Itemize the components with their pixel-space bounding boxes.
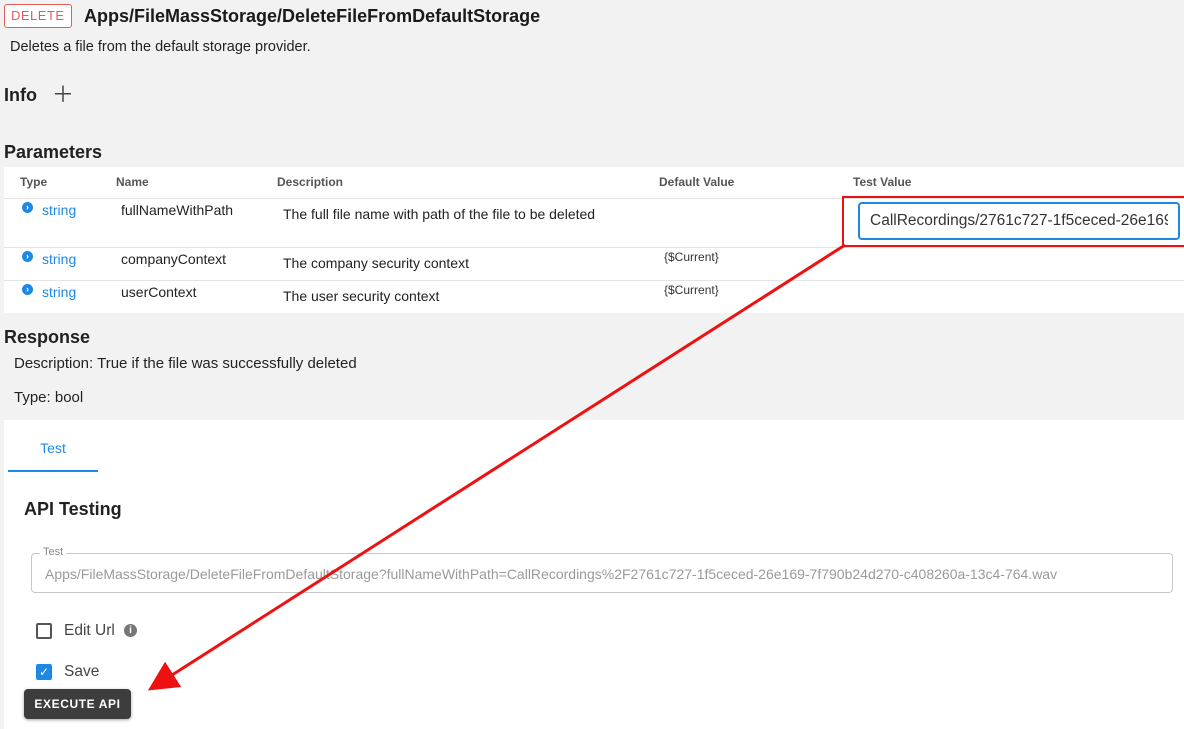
- param-name: companyContext: [121, 251, 227, 267]
- divider: [4, 247, 1184, 248]
- type-link[interactable]: string: [42, 202, 76, 218]
- expand-arrow-icon[interactable]: ›: [22, 251, 33, 262]
- type-link[interactable]: string: [42, 251, 76, 267]
- param-name: fullNameWithPath: [121, 202, 234, 218]
- default-value: {$Current}: [664, 283, 719, 297]
- expand-arrow-icon[interactable]: ›: [22, 284, 33, 295]
- save-checkbox[interactable]: ✓: [36, 664, 52, 680]
- type-link[interactable]: string: [42, 284, 76, 300]
- parameters-table: Type Name Description Default Value Test…: [4, 167, 1184, 313]
- response-type: Type: bool: [14, 389, 84, 406]
- test-url-legend: Test: [40, 546, 67, 558]
- default-value: {$Current}: [664, 250, 719, 264]
- column-header-type: Type: [20, 175, 48, 189]
- parameters-heading: Parameters: [4, 142, 103, 162]
- test-value-input[interactable]: [858, 202, 1180, 240]
- test-url-value: Apps/FileMassStorage/DeleteFileFromDefau…: [45, 566, 1058, 582]
- execute-api-button[interactable]: EXECUTE API: [24, 689, 131, 719]
- save-label: Save: [64, 663, 100, 680]
- tab-test[interactable]: Test: [8, 420, 98, 472]
- param-description: The company security context: [283, 255, 469, 271]
- column-header-name: Name: [116, 175, 149, 189]
- edit-url-checkbox[interactable]: [36, 623, 52, 639]
- edit-url-label: Edit Url: [64, 622, 115, 639]
- column-header-default-value: Default Value: [659, 175, 735, 189]
- divider: [4, 280, 1184, 281]
- test-url-field[interactable]: Test Apps/FileMassStorage/DeleteFileFrom…: [31, 546, 1173, 593]
- plus-icon[interactable]: ＋: [52, 82, 74, 108]
- route-title: Apps/FileMassStorage/DeleteFileFromDefau…: [84, 6, 541, 26]
- response-description: Description: True if the file was succes…: [14, 355, 357, 372]
- api-testing-heading: API Testing: [24, 499, 122, 519]
- param-description: The user security context: [283, 288, 440, 304]
- response-heading: Response: [4, 327, 91, 347]
- info-icon[interactable]: i: [124, 624, 137, 637]
- param-description: The full file name with path of the file…: [283, 206, 596, 222]
- column-header-test-value: Test Value: [853, 175, 912, 189]
- param-name: userContext: [121, 284, 197, 300]
- info-heading: Info: [4, 85, 37, 105]
- http-method-badge: DELETE: [4, 4, 72, 28]
- route-description: Deletes a file from the default storage …: [10, 39, 311, 55]
- column-header-description: Description: [277, 175, 344, 189]
- divider: [4, 198, 1184, 199]
- expand-arrow-icon[interactable]: ›: [22, 202, 33, 213]
- test-panel: Test API Testing Test Apps/FileMassStora…: [4, 420, 1184, 729]
